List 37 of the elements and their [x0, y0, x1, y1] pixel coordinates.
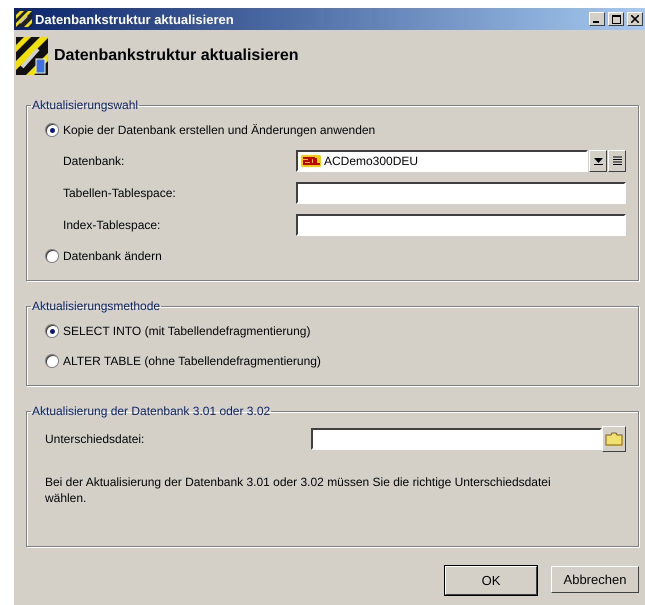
field-label: Index-Tablespace: — [63, 218, 162, 232]
dialog-button[interactable]: OK — [445, 566, 537, 595]
input-field[interactable] — [296, 182, 626, 204]
radio-button[interactable] — [45, 123, 59, 137]
tool-icon — [16, 37, 48, 75]
field-label: Datenbank: — [63, 154, 126, 168]
folder-button[interactable] — [602, 426, 626, 452]
hint-text: Bei der Aktualisierung der Datenbank 3.01 oder 3.02 müssen Sie die richtige Unterschiedsdatei wählen. — [45, 474, 552, 506]
maximize-button[interactable] — [608, 12, 624, 26]
database-combo[interactable]: ACDemo300DEU — [296, 150, 588, 172]
radio-button[interactable] — [45, 249, 59, 263]
dialog-button[interactable]: Abbrechen — [551, 566, 639, 593]
close-icon — [631, 15, 639, 23]
radio-label[interactable]: SELECT INTO (mit Tabellendefragmentierung) — [63, 324, 310, 338]
radio-button[interactable] — [45, 324, 59, 338]
folder-icon — [605, 432, 623, 446]
radio-label[interactable]: Kopie der Datenbank erstellen und Änderungen anwenden — [63, 123, 376, 137]
window-title: Datenbankstruktur aktualisieren — [35, 12, 235, 26]
dropdown-button[interactable] — [589, 150, 607, 172]
list-button[interactable] — [608, 150, 626, 172]
input-field[interactable] — [311, 428, 602, 450]
radio-label[interactable]: Datenbank ändern — [63, 249, 162, 263]
list-icon — [612, 156, 622, 166]
field-label: Tabellen-Tablespace: — [63, 186, 177, 200]
group-title: Aktualisierungswahl — [31, 98, 140, 112]
tool-icon — [16, 11, 32, 27]
minimize-button[interactable] — [589, 12, 605, 26]
group-title: Aktualisierung der Datenbank 3.01 oder 3.02 — [31, 404, 272, 418]
dialog-heading: Datenbankstruktur aktualisieren — [54, 47, 299, 65]
close-button[interactable] — [627, 12, 643, 26]
dropdown-arrow-icon — [594, 157, 602, 165]
input-field[interactable] — [296, 214, 626, 236]
maximize-icon — [612, 14, 620, 24]
group-title: Aktualisierungsmethode — [31, 299, 162, 313]
field-label: Unterschiedsdatei: — [45, 432, 146, 446]
radio-label[interactable]: ALTER TABLE (ohne Tabellendefragmentierung) — [63, 354, 321, 368]
radio-button[interactable] — [45, 354, 59, 368]
